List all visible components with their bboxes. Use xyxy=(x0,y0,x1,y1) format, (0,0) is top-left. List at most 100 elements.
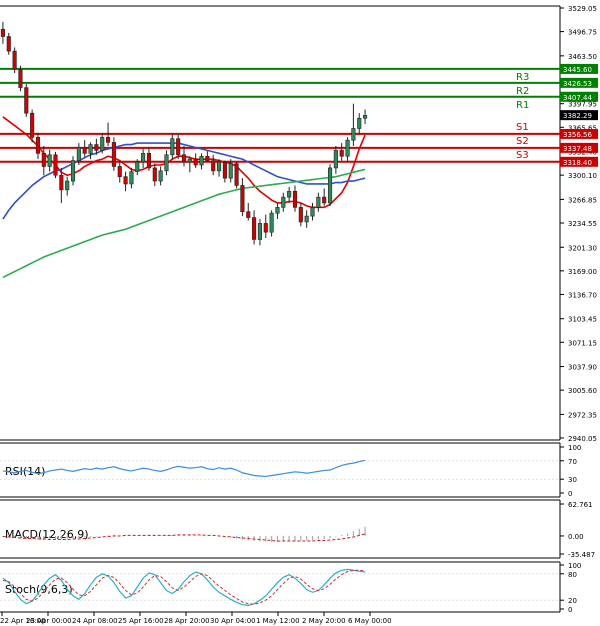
candle-body xyxy=(211,160,216,172)
y-tick-label: 3201.30 xyxy=(568,244,597,252)
candle-body xyxy=(111,142,116,167)
candle-body xyxy=(158,170,163,182)
candle-body xyxy=(176,138,181,156)
candle-body xyxy=(135,161,140,172)
x-tick-label: 23 Apr 00:00 xyxy=(26,617,72,625)
y-tick-label: 3397.95 xyxy=(568,101,597,109)
level-tag-s3: S3 xyxy=(516,150,529,161)
candle-body xyxy=(35,136,41,154)
x-tick-label: 28 Apr 20:00 xyxy=(164,617,210,625)
candle-body xyxy=(292,190,298,208)
candle-body xyxy=(287,190,292,198)
candle-body xyxy=(316,196,321,208)
level-tag-r1: R1 xyxy=(516,100,529,111)
level-price-label: 3426.53 xyxy=(563,80,592,88)
level-price-label: 3337.48 xyxy=(563,145,592,153)
candle-body xyxy=(310,207,315,217)
candle-body xyxy=(205,155,210,161)
level-price-label: 3356.56 xyxy=(563,131,592,139)
stoch-title: Stoch(9,6,3) xyxy=(5,583,73,596)
y-tick-label: 3136.70 xyxy=(568,291,597,299)
y-tick-label: 80 xyxy=(568,571,577,579)
candle-body xyxy=(275,207,280,214)
candle xyxy=(111,137,116,171)
candle-body xyxy=(170,138,175,156)
candle-body xyxy=(41,153,46,167)
candle-body xyxy=(327,167,333,204)
candle-body xyxy=(6,36,11,52)
candle-body xyxy=(339,150,344,157)
candle-body xyxy=(228,163,233,179)
candle-body xyxy=(363,115,368,119)
y-tick-label: 30 xyxy=(568,476,577,484)
candle-body xyxy=(333,150,338,169)
macd-title: MACD(12,26,9) xyxy=(5,528,89,541)
level-tag-s1: S1 xyxy=(516,122,529,133)
x-tick-label: 24 Apr 08:00 xyxy=(72,617,118,625)
candle-body xyxy=(0,28,5,37)
candle-body xyxy=(263,223,268,233)
level-price-label: 3445.60 xyxy=(563,66,592,74)
level-tag-r3: R3 xyxy=(516,72,529,83)
candle-body xyxy=(322,196,327,204)
candle-body xyxy=(234,163,239,186)
y-tick-label: 3169.00 xyxy=(568,268,597,276)
candle xyxy=(53,151,58,179)
candle-body xyxy=(246,211,251,218)
candle-body xyxy=(152,167,157,182)
candle-body xyxy=(12,50,17,70)
candle-body xyxy=(88,144,93,154)
chart-canvas: 3529.053496.753463.503430.703397.953365.… xyxy=(0,0,600,626)
candle-body xyxy=(181,154,187,163)
candle-body xyxy=(304,215,309,223)
candle xyxy=(30,109,35,143)
candle-body xyxy=(59,174,64,191)
candle xyxy=(234,162,239,189)
candle-body xyxy=(222,161,227,179)
y-tick-label: 100 xyxy=(568,444,581,452)
candle-body xyxy=(199,155,204,166)
candle-body xyxy=(24,87,29,114)
candle-body xyxy=(298,207,303,223)
candle xyxy=(70,156,76,186)
y-tick-label: 62.761 xyxy=(568,501,593,509)
y-tick-label: 3234.55 xyxy=(568,220,597,228)
candle-body xyxy=(269,212,274,233)
candle-body xyxy=(129,171,134,185)
y-tick-label: 3103.45 xyxy=(568,316,597,324)
candle-body xyxy=(47,154,52,167)
y-tick-label: 20 xyxy=(568,597,577,605)
candle-body xyxy=(30,112,35,138)
candle-body xyxy=(82,147,87,154)
y-tick-label: 2972.35 xyxy=(568,411,597,419)
candle-body xyxy=(357,117,362,129)
candle-body xyxy=(240,185,245,213)
level-price-label: 3407.44 xyxy=(563,94,592,102)
candle xyxy=(327,164,333,206)
current-price-marker: 3382.29 xyxy=(560,110,598,121)
y-tick-label: 3300.10 xyxy=(568,172,597,180)
candle-body xyxy=(123,176,128,185)
candle-body xyxy=(216,161,222,172)
y-tick-label: 3037.90 xyxy=(568,364,597,372)
candle xyxy=(12,47,17,74)
x-tick-label: 1 May 12:00 xyxy=(256,617,300,625)
candle xyxy=(18,65,23,92)
y-tick-label: 3266.85 xyxy=(568,196,597,204)
candle-body xyxy=(351,128,356,141)
candle-body xyxy=(53,154,58,176)
candle-body xyxy=(100,136,105,151)
candle-body xyxy=(94,144,99,151)
y-tick-label: 3529.05 xyxy=(568,5,597,13)
y-tick-label: 100 xyxy=(568,562,581,570)
candle-body xyxy=(106,136,111,143)
level-price-label: 3318.40 xyxy=(563,159,592,167)
y-tick-label: 3463.50 xyxy=(568,53,597,61)
candle-body xyxy=(65,180,70,191)
candle-body xyxy=(187,158,192,163)
y-tick-label: 70 xyxy=(568,458,577,466)
candle xyxy=(24,83,29,117)
candle-body xyxy=(257,223,262,240)
rsi-title: RSI(14) xyxy=(5,465,45,478)
y-tick-label: 2940.05 xyxy=(568,435,597,443)
